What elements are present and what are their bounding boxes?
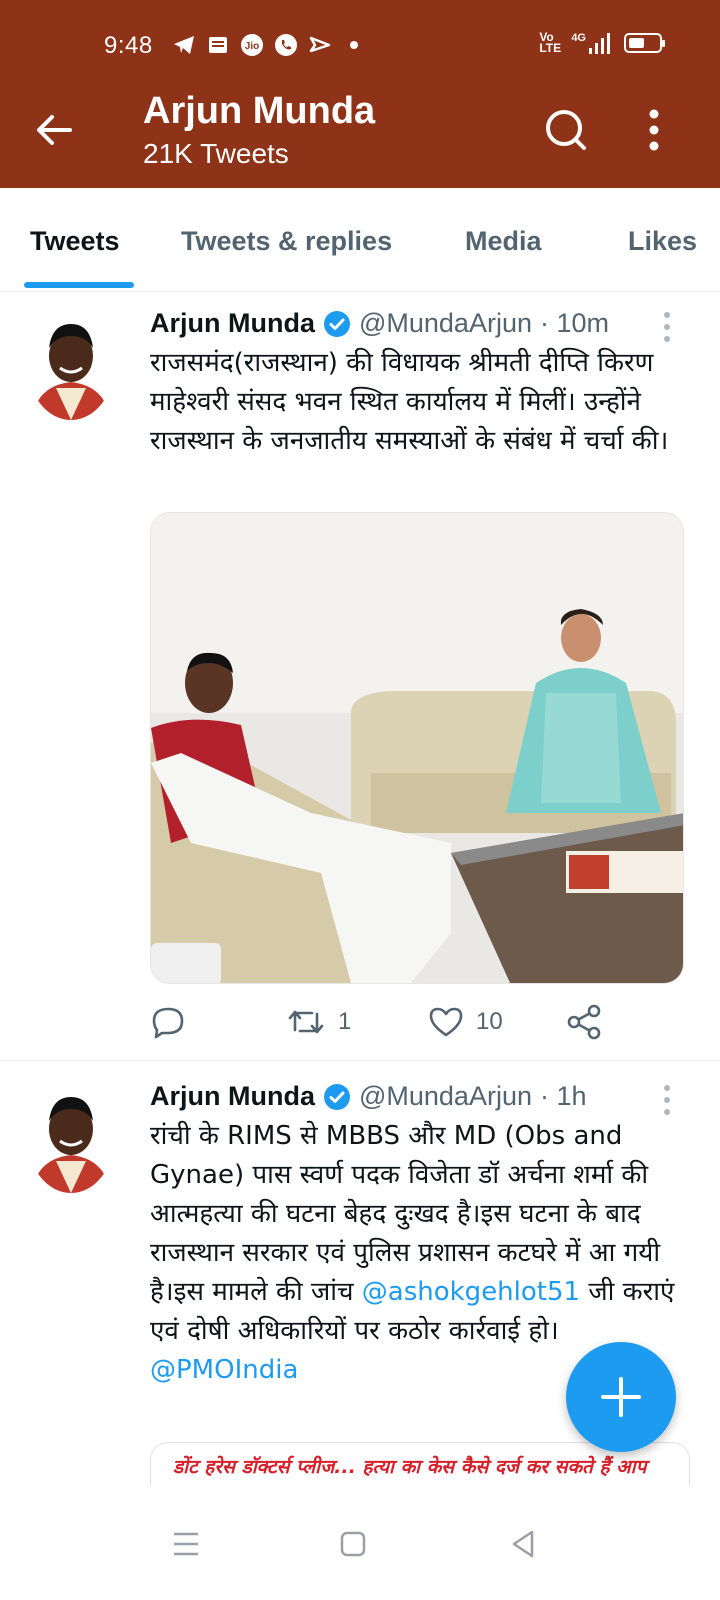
tweet-author-name[interactable]: Arjun Munda xyxy=(150,1081,315,1112)
card-headline: डोंट हरेस डॉक्टर्स प्लीज... हत्या का केस… xyxy=(173,1456,647,1478)
tweet-divider xyxy=(0,1060,720,1061)
more-vertical-icon xyxy=(664,1085,670,1115)
share-icon xyxy=(567,1004,601,1040)
nav-menu-button[interactable] xyxy=(166,1524,206,1564)
signal-icon: 4G xyxy=(571,32,610,54)
avatar[interactable] xyxy=(28,312,114,420)
verified-badge-icon xyxy=(323,1083,351,1111)
tweet-time: · 1h xyxy=(539,1081,587,1111)
nav-back-button[interactable] xyxy=(504,1524,544,1564)
battery-level xyxy=(629,38,644,48)
volte-label: Vo LTE xyxy=(539,30,562,55)
reply-button[interactable] xyxy=(150,1004,186,1040)
compose-plus-icon xyxy=(601,1377,641,1417)
like-icon xyxy=(429,1007,463,1037)
status-bar: 9:48 Jio Vo LTE 4G xyxy=(0,0,720,90)
like-count: 10 xyxy=(476,1008,503,1035)
nav-back-icon xyxy=(512,1530,534,1558)
reply-icon xyxy=(152,1007,184,1039)
tab-likes[interactable]: Likes xyxy=(628,226,697,257)
active-tab-indicator xyxy=(24,282,134,288)
send-icon xyxy=(308,33,332,57)
signal-label: 4G xyxy=(571,32,586,44)
jio-icon: Jio xyxy=(240,33,264,57)
more-options-button[interactable] xyxy=(638,104,670,156)
tweet-text: राजसमंद(राजस्थान) की विधायक श्रीमती दीप्… xyxy=(150,348,669,456)
mention-link[interactable]: @ashokgehlot51 xyxy=(362,1277,580,1307)
page-title: Arjun Munda xyxy=(143,90,376,132)
status-time: 9:48 xyxy=(104,32,153,59)
retweet-icon xyxy=(288,1010,324,1034)
like-button[interactable]: 10 xyxy=(428,1004,503,1040)
nav-home-button[interactable] xyxy=(333,1524,373,1564)
tweet-photo[interactable] xyxy=(150,512,684,984)
battery-icon xyxy=(624,33,665,53)
system-navigation-bar xyxy=(0,1488,720,1600)
tweet-time: · 10m xyxy=(539,308,610,338)
tweet-actions: 1 10 xyxy=(150,1004,650,1044)
svg-text:Jio: Jio xyxy=(245,41,259,52)
avatar[interactable] xyxy=(28,1085,114,1193)
tweet-header: Arjun Munda @MundaArjun · 10m xyxy=(150,308,609,339)
tweet-handle[interactable]: @MundaArjun xyxy=(359,308,532,339)
more-vertical-icon xyxy=(649,109,659,151)
tweet-handle[interactable]: @MundaArjun xyxy=(359,1081,532,1112)
news-icon xyxy=(206,33,230,57)
back-arrow-icon xyxy=(37,115,72,145)
nav-home-icon xyxy=(340,1531,366,1557)
tab-tweets-and-replies[interactable]: Tweets & replies xyxy=(181,226,392,257)
more-notifications-dot xyxy=(350,41,358,49)
retweet-count: 1 xyxy=(338,1008,352,1035)
more-vertical-icon xyxy=(664,312,670,342)
tweet-author-name[interactable]: Arjun Munda xyxy=(150,308,315,339)
tab-tweets[interactable]: Tweets xyxy=(30,226,120,257)
profile-tabs: Tweets Tweets & replies Media Likes xyxy=(0,188,720,292)
verified-badge-icon xyxy=(323,310,351,338)
tweet-header: Arjun Munda @MundaArjun · 1h xyxy=(150,1081,587,1112)
retweet-button[interactable]: 1 xyxy=(286,1004,351,1040)
share-button[interactable] xyxy=(566,1004,602,1040)
system-status: Vo LTE 4G xyxy=(539,30,665,55)
mention-link[interactable]: @PMOIndia xyxy=(150,1355,298,1385)
nav-menu-icon xyxy=(174,1532,198,1556)
phone-icon xyxy=(274,33,298,57)
tweet-count: 21K Tweets xyxy=(143,138,289,169)
notification-icons: Jio xyxy=(172,33,358,57)
compose-tweet-button[interactable] xyxy=(566,1342,676,1452)
telegram-icon xyxy=(172,33,196,57)
search-icon xyxy=(546,110,586,150)
app-header: 9:48 Jio Vo LTE 4G Arjun Munda 21K Tweet… xyxy=(0,0,720,188)
search-button[interactable] xyxy=(540,104,592,156)
back-button[interactable] xyxy=(30,108,82,152)
tweet-more-button[interactable] xyxy=(660,310,674,344)
tweet-more-button[interactable] xyxy=(660,1083,674,1117)
tab-media[interactable]: Media xyxy=(465,226,542,257)
